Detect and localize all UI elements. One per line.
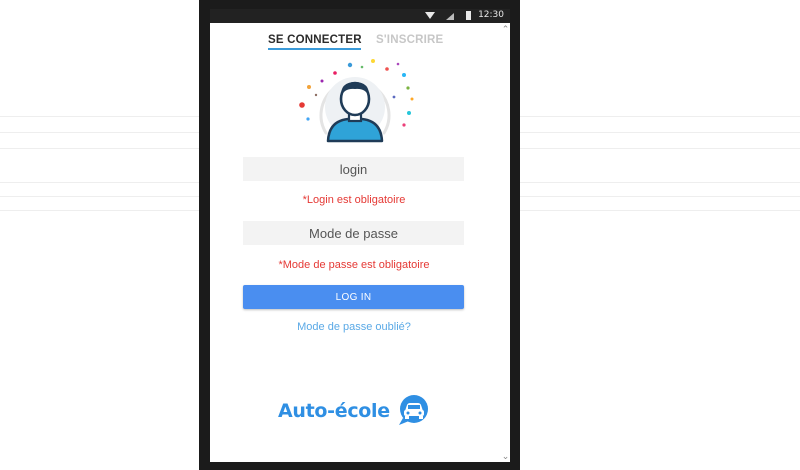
password-input[interactable]: [243, 221, 464, 245]
scroll-down-icon[interactable]: ⌄: [501, 451, 510, 461]
active-tab-indicator: [268, 48, 361, 50]
brand-name: Auto-école: [278, 400, 390, 422]
tab-se-connecter[interactable]: SE CONNECTER: [268, 34, 362, 46]
app-screen: SE CONNECTER S'INSCRIRE login *Login est…: [210, 23, 510, 462]
battery-icon: [466, 11, 471, 20]
signal-icon: [446, 13, 454, 20]
avatar: [288, 55, 420, 145]
user-avatar-icon: [299, 59, 414, 143]
login-button[interactable]: LOG IN: [243, 285, 464, 309]
auth-tabs: SE CONNECTER S'INSCRIRE: [210, 34, 500, 54]
forgot-password-link[interactable]: Mode de passe oublié?: [210, 321, 498, 333]
login-input[interactable]: [243, 157, 464, 181]
scroll-up-icon[interactable]: ⌃: [501, 24, 510, 34]
tab-s-inscrire[interactable]: S'INSCRIRE: [376, 34, 443, 46]
car-chat-icon: [399, 395, 428, 425]
login-error-message: *Login est obligatoire: [302, 194, 406, 206]
wifi-icon: [425, 12, 435, 19]
scrollbar[interactable]: ⌃ ⌄: [501, 23, 510, 462]
password-error-message: *Mode de passe est obligatoire: [278, 259, 430, 271]
status-bar: 12:30: [210, 9, 510, 23]
status-time: 12:30: [478, 10, 504, 20]
